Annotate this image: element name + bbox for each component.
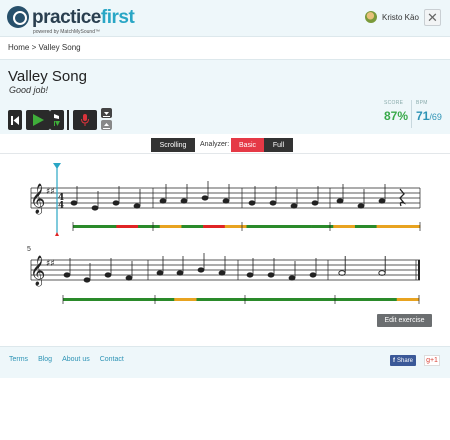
feedback-segment — [181, 225, 204, 228]
feedback-segment — [174, 298, 197, 301]
upload-icon — [103, 122, 110, 129]
feedback-segment — [330, 298, 353, 301]
feedback-segment — [116, 225, 139, 228]
avatar — [365, 11, 377, 23]
key-signature-sharps-2: ♯♯ — [46, 259, 55, 269]
feedback-segment — [352, 298, 375, 301]
quarter-rest-icon — [399, 188, 407, 207]
metronome-button[interactable] — [50, 110, 64, 130]
feedback-bar-line-2 — [62, 295, 420, 304]
footer-links: Terms Blog About us Contact — [9, 356, 124, 363]
feedback-segment — [94, 225, 117, 228]
footer-link-terms[interactable]: Terms — [9, 356, 28, 363]
download-icon — [103, 111, 110, 117]
logo-icon — [7, 6, 29, 28]
feedback-segment — [374, 298, 398, 301]
metronome-icon — [54, 114, 60, 126]
treble-clef-icon-2: 𝄞 — [30, 255, 45, 287]
feedback-segment — [85, 298, 108, 301]
facebook-share-label: Share — [396, 357, 413, 364]
skip-back-button[interactable] — [8, 110, 22, 130]
footer-link-about[interactable]: About us — [62, 356, 90, 363]
download-button[interactable] — [101, 108, 112, 118]
user-menu[interactable]: Kristo Käo — [365, 11, 419, 23]
notes-line-2 — [63, 253, 317, 283]
bpm-value: 71 — [416, 109, 430, 123]
close-button[interactable]: ✕ — [424, 9, 441, 26]
feedback-segment — [196, 298, 220, 301]
play-button[interactable] — [26, 110, 50, 130]
facebook-icon: f — [392, 357, 395, 364]
breadcrumb: Home > Valley Song — [8, 43, 81, 52]
footer-link-blog[interactable]: Blog — [38, 356, 52, 363]
breadcrumb-current: Valley Song — [38, 43, 81, 52]
feedback-segment — [152, 298, 175, 301]
logo-subtitle: powered by MatchMySound™ — [33, 29, 100, 35]
analyzer-basic-button[interactable]: Basic — [231, 138, 264, 152]
analyzer-label: Analyzer: — [200, 141, 230, 148]
staff-line-2 — [30, 259, 420, 281]
treble-clef-icon: 𝄞 — [30, 183, 45, 215]
feedback-segment — [73, 225, 95, 228]
logo-text-first: first — [100, 6, 135, 28]
footer-link-contact[interactable]: Contact — [100, 356, 124, 363]
feedback-segment — [159, 225, 182, 228]
feedback-segment — [307, 298, 331, 301]
feedback-segment — [285, 298, 309, 301]
edit-exercise-button[interactable]: Edit exercise — [377, 314, 432, 327]
close-icon: ✕ — [427, 10, 438, 25]
feedback-segment — [203, 225, 226, 228]
feedback-segment — [268, 225, 291, 228]
feedback-segment — [63, 298, 86, 301]
microphone-icon — [81, 114, 89, 126]
logo-text-practice: practice — [32, 6, 101, 28]
feedback-segment — [354, 225, 377, 228]
page-title: Valley Song — [8, 68, 87, 85]
score-label: SCORE — [384, 100, 404, 106]
upload-button[interactable] — [101, 120, 112, 130]
feedback-segment — [398, 225, 421, 228]
record-button[interactable] — [73, 110, 97, 130]
feedback-segment — [376, 225, 399, 228]
feedback-segment — [333, 225, 356, 228]
half-notes — [338, 256, 386, 276]
play-icon — [32, 114, 44, 126]
breadcrumb-separator: > — [31, 43, 37, 52]
feedback-message: Good job! — [9, 85, 49, 95]
facebook-share-button[interactable]: f Share — [390, 355, 416, 366]
feedback-segment — [263, 298, 286, 301]
user-name: Kristo Käo — [382, 12, 419, 22]
feedback-segment — [289, 225, 312, 228]
header: practicefirst powered by MatchMySound™ K… — [0, 0, 450, 37]
scrolling-toggle[interactable]: Scrolling — [151, 138, 195, 152]
score-value: 87% — [384, 109, 409, 123]
measure-number: 5 — [27, 246, 31, 253]
feedback-segment — [224, 225, 247, 228]
feedback-segment — [107, 298, 131, 301]
stats-divider — [411, 100, 412, 128]
bpm-label: BPM — [416, 100, 428, 106]
bpm-target: /69 — [429, 112, 442, 122]
feedback-segment — [218, 298, 242, 301]
time-signature-bottom: 4 — [58, 201, 64, 211]
breadcrumb-home-link[interactable]: Home — [8, 43, 29, 52]
analyzer-full-button[interactable]: Full — [264, 138, 293, 152]
feedback-segment — [246, 225, 269, 228]
feedback-segment — [396, 298, 420, 301]
feedback-segment — [129, 298, 153, 301]
toolbar-separator — [67, 110, 69, 130]
feedback-segment — [138, 225, 161, 228]
google-plus-button[interactable]: g+1 — [424, 355, 440, 366]
key-signature-sharps: ♯♯ — [46, 187, 55, 197]
practicefirst-logo[interactable]: practicefirst — [7, 6, 135, 28]
feedback-bar-line-1 — [72, 222, 421, 231]
feedback-segment — [241, 298, 264, 301]
notes-line-1 — [70, 181, 386, 211]
skip-back-icon — [11, 115, 19, 125]
